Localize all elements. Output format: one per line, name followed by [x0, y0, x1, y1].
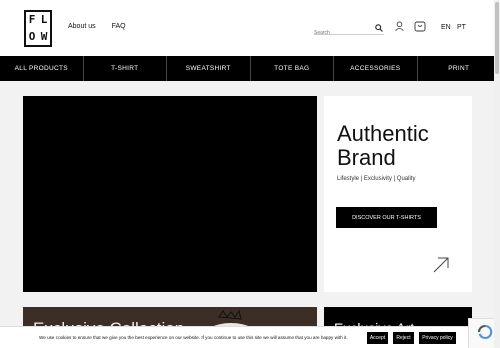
user-icon[interactable]	[395, 21, 404, 32]
flow-logo[interactable]: F L O W	[24, 10, 52, 47]
main-nav: ALL PRODUCTS T-SHIRT SWEATSHIRT TOTE BAG…	[0, 56, 500, 81]
logo-letter: F	[28, 13, 36, 26]
logo-letter: O	[28, 29, 36, 43]
page-scrollbar[interactable]	[494, 0, 500, 348]
search-box	[314, 21, 384, 39]
hero-panel: Authentic Brand Lifestyle | Exclusivity …	[324, 96, 472, 292]
search-icon[interactable]	[375, 24, 383, 32]
top-links: About us FAQ	[68, 23, 140, 30]
hero-video[interactable]	[23, 96, 317, 292]
about-us-link[interactable]: About us	[68, 23, 96, 30]
cookie-message: We use cookies to ensure that we give yo…	[39, 335, 348, 340]
logo-letter: L	[40, 13, 48, 26]
search-input[interactable]	[314, 27, 370, 39]
lang-pt[interactable]: PT	[457, 24, 466, 31]
scrollbar-thumb[interactable]	[495, 2, 499, 74]
faq-link[interactable]: FAQ	[112, 23, 126, 30]
recaptcha-icon	[478, 324, 493, 339]
nav-print[interactable]: PRINT	[418, 56, 500, 81]
nav-all-products[interactable]: ALL PRODUCTS	[0, 56, 84, 81]
hero-subtitle: Lifestyle | Exclusivity | Quality	[337, 176, 416, 182]
hero-title: Authentic Brand	[337, 121, 429, 170]
privacy-policy-button[interactable]: Privacy policy	[419, 332, 456, 344]
nav-accessories[interactable]: ACCESSORIES	[334, 56, 418, 81]
discover-tshirts-button[interactable]: DISCOVER OUR T-SHIRTS	[336, 207, 437, 228]
cookie-reject-button[interactable]: Reject	[393, 332, 414, 344]
cookie-accept-button[interactable]: Accept	[367, 332, 388, 344]
lang-en[interactable]: EN	[441, 24, 451, 31]
nav-tote-bag[interactable]: TOTE BAG	[251, 56, 334, 81]
cart-icon[interactable]	[414, 21, 426, 32]
cookie-banner: We use cookies to ensure that we give yo…	[0, 326, 500, 348]
nav-t-shirt[interactable]: T-SHIRT	[84, 56, 167, 81]
site-header: F L O W About us FAQ EN PT	[0, 0, 500, 56]
nav-sweatshirt[interactable]: SWEATSHIRT	[167, 56, 251, 81]
arrow-up-right-icon[interactable]	[432, 256, 450, 274]
logo-letter: W	[40, 29, 48, 43]
